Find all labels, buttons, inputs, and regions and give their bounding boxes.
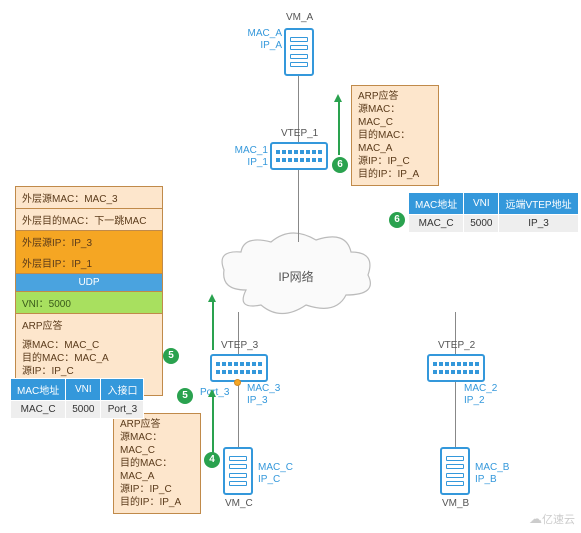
arp4-dmac: 目的MAC：MAC_A (120, 457, 194, 483)
arrow-4-to-5-head (208, 389, 216, 397)
vtep2-ip: IP_2 (464, 395, 485, 406)
vm-a-server-icon (284, 28, 314, 76)
vm-b-mac-ip: MAC_B IP_B (475, 462, 509, 486)
arp6-dip: 目的IP：IP_A (358, 168, 432, 181)
pkt-l2-dst: 外层目的MAC：下一跳MAC (16, 209, 162, 231)
vtep2-name: VTEP_2 (438, 340, 475, 351)
t5-h2: VNI (66, 379, 101, 401)
vm-a-ip: IP_A (260, 40, 282, 51)
vm-b-label: VM_B (442, 498, 469, 509)
t5-c2: 5000 (66, 401, 101, 419)
watermark-logo: ☁亿速云 (529, 511, 575, 527)
arp6-smac: 源MAC：MAC_C (358, 103, 432, 129)
arp-reply-box-vtep1: ARP应答 源MAC：MAC_C 目的MAC：MAC_A 源IP：IP_C 目的… (351, 85, 439, 186)
arp4-smac: 源MAC：MAC_C (120, 431, 194, 457)
t6-h3: 远端VTEP地址 (499, 193, 578, 215)
vtep3-ip: IP_3 (247, 395, 268, 406)
arrow-cloud-to-6-head (334, 94, 342, 102)
line-vtep1-cloud (298, 170, 299, 242)
vtep2-mac: MAC_2 (464, 383, 497, 394)
vm-c-label: VM_C (225, 498, 253, 509)
step-6b-badge: 6 (389, 212, 405, 228)
arrow-4-to-5 (212, 395, 214, 455)
arp4-dip: 目的IP：IP_A (120, 496, 194, 509)
vtep3-port3-marker (234, 379, 241, 386)
arp-reply-box-vmc: ARP应答 源MAC：MAC_C 目的MAC：MAC_A 源IP：IP_C 目的… (113, 413, 201, 514)
step-4-badge: 4 (204, 452, 220, 468)
cloud-label: IP网络 (216, 268, 376, 285)
line-vtep2-vmb (455, 382, 456, 447)
pkt-arp-title: ARP应答 (16, 314, 162, 335)
vtep1-switch-icon (270, 142, 328, 170)
arrow-5-to-cloud-head (208, 294, 216, 302)
vm-a-label: VM_A (286, 12, 313, 23)
t5-c1: MAC_C (11, 401, 66, 419)
vm-b-mac: MAC_B (475, 462, 509, 473)
line-vtep3-vmc (238, 382, 239, 447)
vtep3-mac-ip: MAC_3 IP_3 (247, 383, 280, 407)
pkt-vni: VNI：5000 (16, 292, 162, 314)
arp4-title: ARP应答 (120, 418, 194, 431)
pkt-udp: UDP (16, 274, 162, 292)
arrow-cloud-to-6 (338, 100, 340, 155)
vtep3-name: VTEP_3 (221, 340, 258, 351)
step-5b-badge: 5 (177, 388, 193, 404)
vm-a-mac: MAC_A (248, 28, 282, 39)
vm-b-server-icon (440, 447, 470, 495)
vm-c-mac-ip: MAC_C IP_C (258, 462, 293, 486)
vm-a-mac-ip: MAC_A IP_A (244, 28, 282, 52)
vm-c-mac: MAC_C (258, 462, 293, 473)
ip-network-cloud: IP网络 (216, 230, 376, 325)
vtep2-switch-icon (427, 354, 485, 382)
vtep1-mac: MAC_1 (235, 145, 268, 156)
t6-h2: VNI (464, 193, 499, 215)
t5-c3: Port_3 (101, 401, 144, 419)
vtep1-mac-ip: MAC_1 IP_1 (234, 145, 268, 169)
pkt-arp-smac: 源MAC：MAC_C (22, 339, 156, 352)
pkt-l3-dst: 外层目IP：IP_1 (16, 252, 162, 274)
t6-c2: 5000 (464, 215, 499, 233)
mac-table-vtep1: MAC地址 VNI 远端VTEP地址 MAC_C 5000 IP_3 (408, 192, 579, 233)
arp6-title: ARP应答 (358, 90, 432, 103)
pkt-l3-src: 外层源IP：IP_3 (16, 231, 162, 252)
arrow-5-to-cloud (212, 300, 214, 350)
watermark-text: 亿速云 (542, 514, 575, 526)
vtep1-ip: IP_1 (247, 157, 268, 168)
vtep3-mac: MAC_3 (247, 383, 280, 394)
pkt-l2-src: 外层源MAC：MAC_3 (16, 187, 162, 209)
arp4-sip: 源IP：IP_C (120, 483, 194, 496)
pkt-arp-sip: 源IP：IP_C (22, 365, 156, 378)
arp6-sip: 源IP：IP_C (358, 155, 432, 168)
t5-h1: MAC地址 (11, 379, 66, 401)
mac-table-vtep3: MAC地址 VNI 入接口 MAC_C 5000 Port_3 (10, 378, 144, 419)
t5-h3: 入接口 (101, 379, 144, 401)
vm-c-ip: IP_C (258, 474, 280, 485)
step-6a-badge: 6 (332, 157, 348, 173)
vm-b-ip: IP_B (475, 474, 497, 485)
t6-c1: MAC_C (409, 215, 464, 233)
vtep2-mac-ip: MAC_2 IP_2 (464, 383, 497, 407)
step-5a-badge: 5 (163, 348, 179, 364)
t6-c3: IP_3 (499, 215, 578, 233)
vm-c-server-icon (223, 447, 253, 495)
arp6-dmac: 目的MAC：MAC_A (358, 129, 432, 155)
vtep3-switch-icon (210, 354, 268, 382)
vtep1-name: VTEP_1 (281, 128, 318, 139)
t6-h1: MAC地址 (409, 193, 464, 215)
pkt-arp-dmac: 目的MAC：MAC_A (22, 352, 156, 365)
encaps-packet-box: 外层源MAC：MAC_3 外层目的MAC：下一跳MAC 外层源IP：IP_3 外… (15, 186, 163, 396)
